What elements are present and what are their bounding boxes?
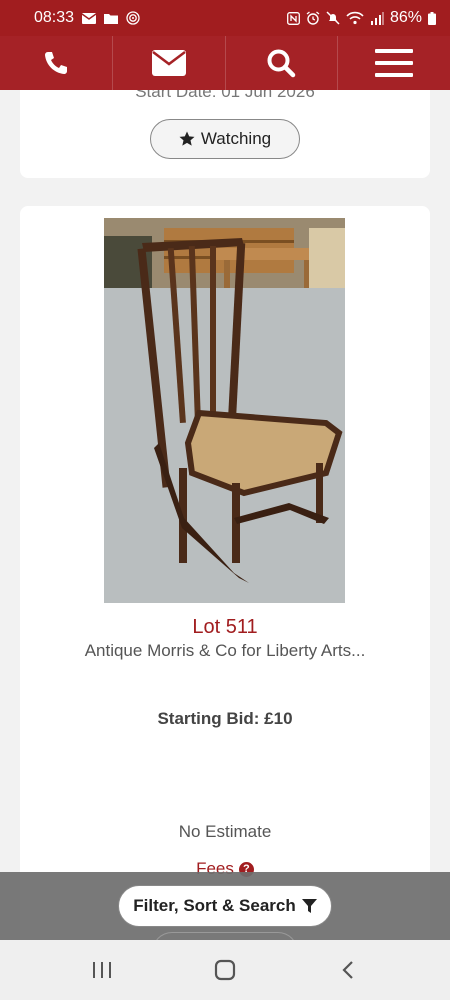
menu-icon [375, 49, 414, 77]
top-nav-bar [0, 36, 450, 90]
search-button[interactable] [226, 36, 339, 90]
menu-button[interactable] [338, 36, 450, 90]
nfc-icon [287, 11, 300, 25]
mail-notification-icon [82, 12, 97, 24]
phone-button[interactable] [0, 36, 113, 90]
recent-apps-icon [92, 962, 111, 978]
mail-icon [151, 50, 186, 76]
wifi-icon [346, 11, 364, 25]
battery-icon [428, 11, 436, 25]
filter-sort-search-button[interactable]: Filter, Sort & Search [118, 885, 332, 927]
back-icon [342, 961, 354, 979]
status-bar: 08:33 86% [0, 0, 450, 36]
starting-bid: Starting Bid: £10 [157, 709, 293, 728]
start-date-text: Start Date: 01 Jun 2026 [135, 90, 315, 101]
lot-list[interactable]: Start Date: 01 Jun 2026 Watching Lot 511… [0, 90, 450, 940]
target-notification-icon [126, 11, 140, 25]
signal-icon [370, 11, 384, 25]
filter-label: Filter, Sort & Search [133, 896, 296, 915]
rocking-chair-photo [104, 218, 345, 603]
lot-card: Lot 511 Antique Morris & Co for Liberty … [20, 206, 430, 940]
phone-icon [44, 52, 67, 74]
filter-icon [301, 898, 317, 913]
battery-percent: 86% [389, 9, 422, 26]
mute-icon [326, 11, 340, 25]
alarm-icon [306, 11, 320, 25]
email-button[interactable] [113, 36, 226, 90]
lot-title[interactable]: Lot 511 [20, 616, 430, 639]
status-time: 08:33 [34, 9, 75, 26]
estimate-text: No Estimate [178, 822, 272, 841]
folder-notification-icon [104, 13, 119, 24]
back-button[interactable] [318, 950, 378, 990]
watching-label: Watching [200, 129, 272, 148]
lot-description: Antique Morris & Co for Liberty Arts... [84, 641, 366, 660]
lot-image[interactable] [104, 218, 345, 603]
system-nav-bar [0, 940, 450, 1000]
home-button[interactable] [195, 950, 255, 990]
star-icon [179, 131, 195, 146]
home-icon [214, 959, 236, 981]
recent-apps-button[interactable] [72, 950, 132, 990]
search-icon [267, 49, 296, 78]
lot-card-previous: Start Date: 01 Jun 2026 Watching [20, 90, 430, 178]
watching-button[interactable]: Watching [150, 119, 300, 159]
filter-bar: Filter, Sort & Search [0, 872, 450, 952]
